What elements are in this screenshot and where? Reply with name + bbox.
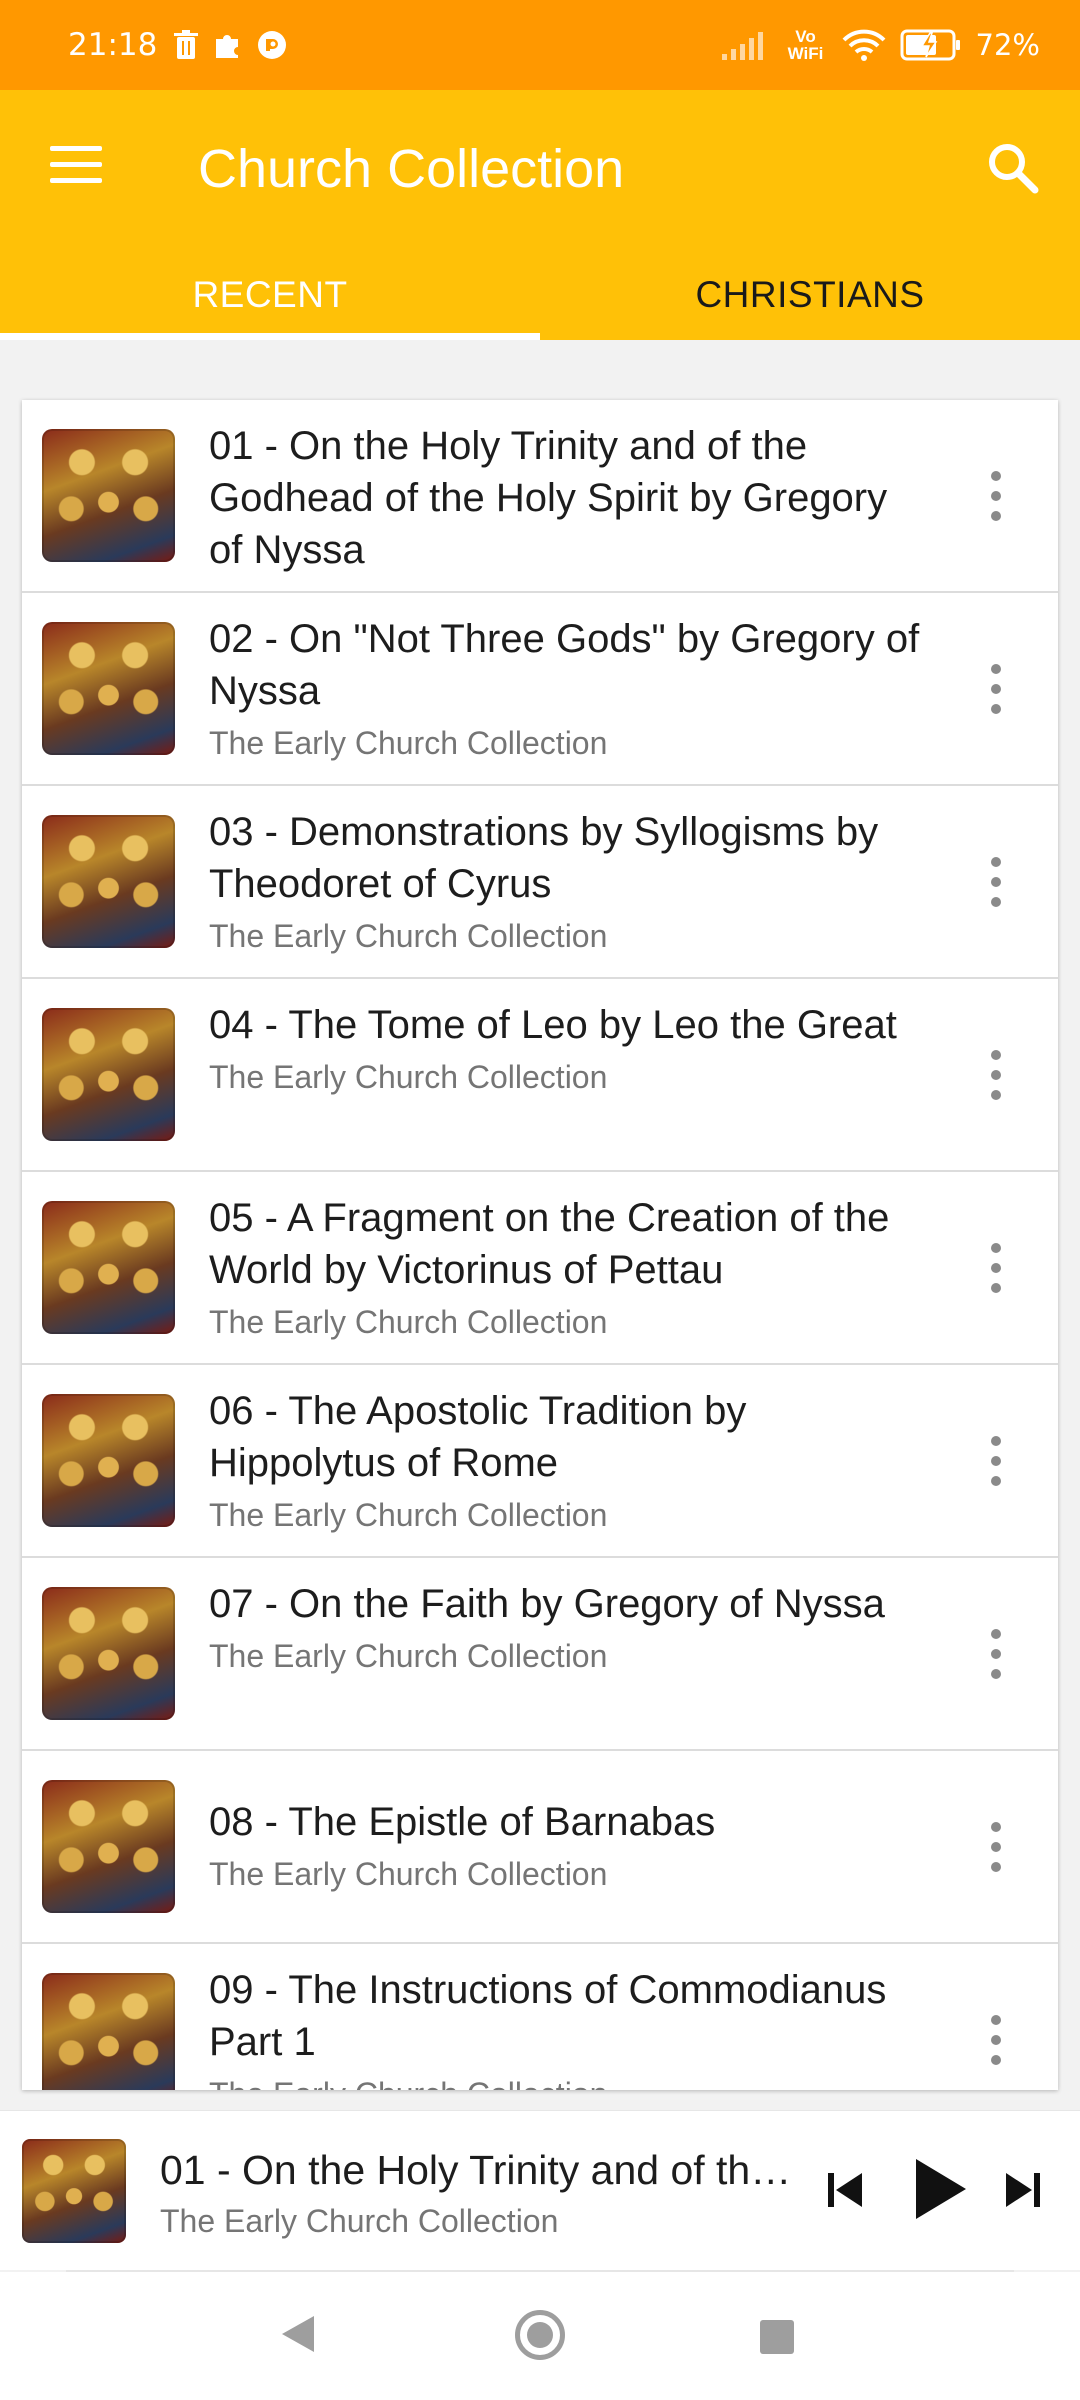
home-icon[interactable] — [515, 2310, 565, 2360]
list-item-subtitle: The Early Church Collection — [209, 1304, 608, 1340]
list-item-subtitle: The Early Church Collection — [209, 1638, 608, 1674]
recent-apps-icon[interactable] — [760, 2320, 794, 2354]
player-subtitle: The Early Church Collection — [160, 2203, 559, 2239]
more-options-icon[interactable] — [986, 470, 1006, 521]
icon-thumbnail — [42, 1587, 175, 1720]
list-item-title: 02 - On "Not Three Gods" by Gregory of N… — [209, 617, 920, 713]
status-time: 21:18 — [68, 27, 158, 63]
system-nav-bar — [0, 2272, 1080, 2400]
wifi-icon — [842, 29, 885, 61]
status-bar: 21:18 Vo WiFi 72% — [0, 0, 1080, 90]
play-icon[interactable] — [912, 2157, 968, 2221]
list-item-subtitle: The Early Church Collection — [209, 1497, 608, 1533]
list-item[interactable]: 05 - A Fragment on the Creation of the W… — [22, 1172, 1058, 1365]
icon-thumbnail — [42, 622, 175, 755]
tab-bar: RECENT CHRISTIANS — [0, 250, 1080, 340]
track-list: 01 - On the Holy Trinity and of the Godh… — [22, 400, 1058, 2090]
list-item[interactable]: 08 - The Epistle of Barnabas The Early C… — [22, 1751, 1058, 1944]
vowifi-label: Vo WiFi — [787, 27, 824, 63]
icon-thumbnail — [42, 1973, 175, 2090]
page-title: Church Collection — [198, 139, 625, 199]
list-item[interactable]: 07 - On the Faith by Gregory of Nyssa Th… — [22, 1558, 1058, 1751]
list-item-title: 09 - The Instructions of Commodianus Par… — [209, 1968, 887, 2064]
skip-previous-icon[interactable] — [826, 2171, 866, 2209]
puzzle-icon — [216, 35, 239, 58]
list-item-subtitle: The Early Church Collection — [209, 1856, 608, 1892]
icon-thumbnail — [42, 1394, 175, 1527]
list-item-title: 01 - On the Holy Trinity and of the Godh… — [209, 424, 888, 572]
more-options-icon[interactable] — [986, 1242, 1006, 1293]
trash-icon — [174, 30, 199, 59]
more-options-icon[interactable] — [986, 856, 1006, 907]
list-item-title: 05 - A Fragment on the Creation of the W… — [209, 1196, 890, 1292]
list-item[interactable]: 02 - On "Not Three Gods" by Gregory of N… — [22, 593, 1058, 786]
icon-thumbnail — [42, 429, 175, 562]
list-item[interactable]: 03 - Demonstrations by Syllogisms by The… — [22, 786, 1058, 979]
list-item-title: 03 - Demonstrations by Syllogisms by The… — [209, 810, 879, 906]
list-item-subtitle: The Early Church Collection — [209, 1059, 608, 1095]
icon-thumbnail — [42, 1780, 175, 1913]
more-options-icon[interactable] — [986, 1435, 1006, 1486]
list-item-title: 07 - On the Faith by Gregory of Nyssa — [209, 1582, 885, 1626]
list-item-subtitle: The Early Church Collection — [209, 918, 608, 954]
icon-thumbnail — [42, 815, 175, 948]
more-options-icon[interactable] — [986, 1049, 1006, 1100]
back-icon[interactable] — [280, 2314, 316, 2354]
list-item[interactable]: 06 - The Apostolic Tradition by Hippolyt… — [22, 1365, 1058, 1558]
more-options-icon[interactable] — [986, 1821, 1006, 1872]
app-notification-icon — [258, 31, 287, 59]
icon-thumbnail — [42, 1008, 175, 1141]
more-options-icon[interactable] — [986, 663, 1006, 714]
list-item-title: 04 - The Tome of Leo by Leo the Great — [209, 1003, 897, 1047]
icon-thumbnail — [42, 1201, 175, 1334]
list-item-title: 08 - The Epistle of Barnabas — [209, 1800, 716, 1844]
skip-next-icon[interactable] — [1002, 2171, 1042, 2209]
mini-player[interactable]: 01 - On the Holy Trinity and of the Godh… — [0, 2110, 1080, 2270]
battery-charging-icon — [900, 29, 960, 61]
tab-recent[interactable]: RECENT — [0, 250, 540, 340]
list-item-subtitle: The Early Church Collection — [209, 2072, 929, 2090]
search-icon[interactable] — [985, 140, 1041, 196]
player-thumbnail — [22, 2139, 126, 2243]
list-item[interactable]: 09 - The Instructions of Commodianus Par… — [22, 1944, 1058, 2090]
more-options-icon[interactable] — [986, 1628, 1006, 1679]
tab-indicator — [0, 333, 540, 340]
more-options-icon[interactable] — [986, 2014, 1006, 2065]
list-item-subtitle: The Early Church Collection — [209, 725, 608, 761]
list-item[interactable]: 01 - On the Holy Trinity and of the Godh… — [22, 400, 1058, 593]
battery-percent: 72% — [975, 28, 1040, 62]
player-title: 01 - On the Holy Trinity and of the Godh… — [160, 2147, 800, 2193]
hamburger-menu-icon[interactable] — [50, 146, 102, 190]
list-item[interactable]: 04 - The Tome of Leo by Leo the Great Th… — [22, 979, 1058, 1172]
signal-icon — [721, 32, 763, 60]
list-item-title: 06 - The Apostolic Tradition by Hippolyt… — [209, 1389, 747, 1485]
tab-christians[interactable]: CHRISTIANS — [540, 250, 1080, 340]
app-toolbar: Church Collection RECENT CHRISTIANS — [0, 90, 1080, 340]
